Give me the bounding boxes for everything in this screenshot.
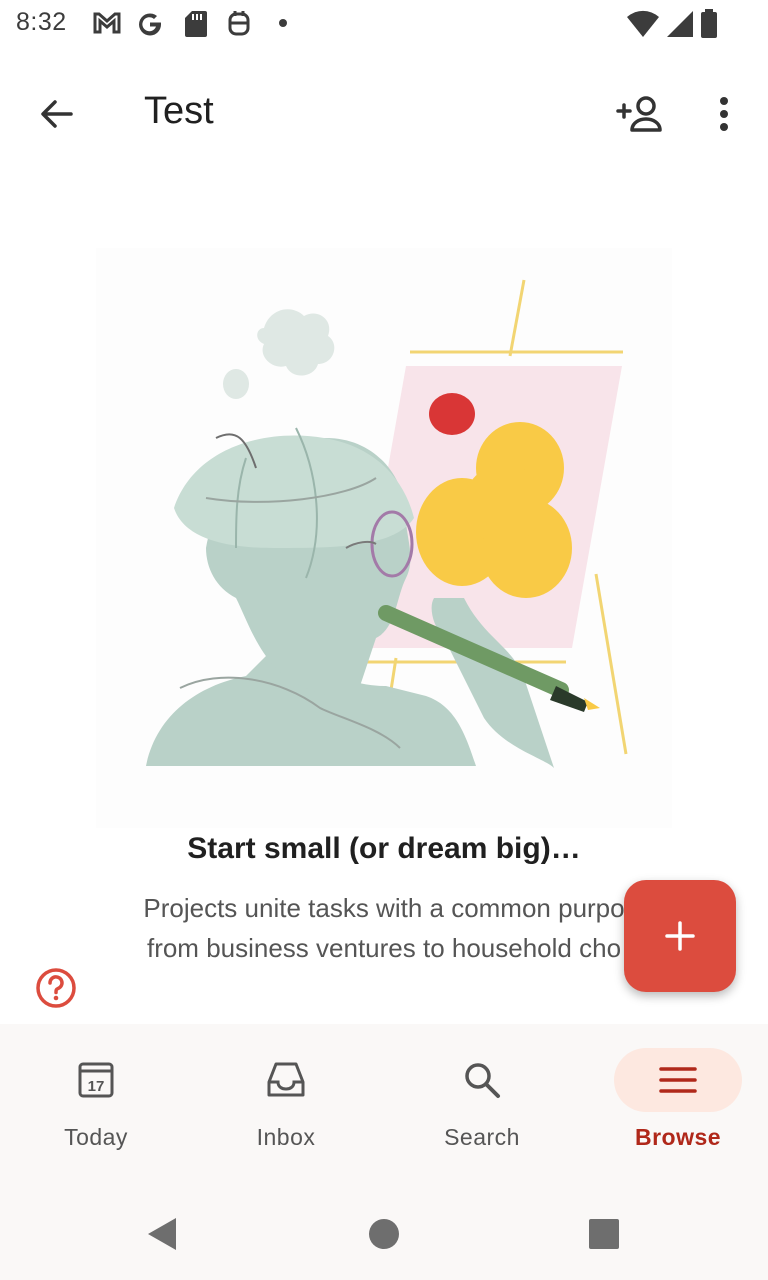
nav-today-pill: 17 xyxy=(32,1048,160,1112)
nav-search-label: Search xyxy=(444,1124,520,1150)
more-vert-icon xyxy=(720,97,728,131)
page-title: Test xyxy=(144,90,214,132)
square-recents-icon xyxy=(589,1219,619,1249)
help-button[interactable] xyxy=(34,966,78,1010)
nav-inbox-pill xyxy=(222,1048,350,1112)
system-back-button[interactable] xyxy=(140,1212,184,1256)
calendar-icon: 17 xyxy=(78,1062,114,1098)
circle-home-icon xyxy=(369,1219,399,1249)
app-bar: Test xyxy=(0,60,768,168)
status-bar: 8:32 xyxy=(0,0,768,50)
nav-today-label: Today xyxy=(64,1124,128,1150)
search-icon xyxy=(465,1063,500,1098)
triangle-back-icon xyxy=(148,1218,176,1250)
nav-search-pill xyxy=(418,1048,546,1112)
back-button[interactable] xyxy=(24,90,88,138)
gmail-icon xyxy=(93,12,121,34)
battery-icon xyxy=(701,9,717,38)
empty-state-heading: Start small (or dream big)… xyxy=(187,832,581,865)
add-task-fab[interactable] xyxy=(624,880,736,992)
google-icon xyxy=(139,13,162,36)
back-arrow-icon xyxy=(41,100,73,128)
sd-card-icon xyxy=(185,11,207,37)
assistant-icon xyxy=(228,11,250,36)
system-navigation-bar xyxy=(0,1184,768,1280)
nav-inbox[interactable]: Inbox xyxy=(190,1048,382,1168)
cell-signal-icon xyxy=(667,11,693,37)
plus-icon xyxy=(665,921,695,951)
more-options-button[interactable] xyxy=(702,88,746,140)
inbox-icon xyxy=(267,1062,305,1097)
menu-icon xyxy=(659,1067,697,1093)
painter-illustration xyxy=(146,279,628,768)
nav-browse[interactable]: Browse xyxy=(582,1048,768,1168)
empty-state-illustration xyxy=(96,248,672,828)
calendar-day: 17 xyxy=(88,1078,105,1095)
share-project-button[interactable] xyxy=(610,88,670,140)
bottom-navigation: 17 Today Inbox Search Browse xyxy=(0,1024,768,1184)
nav-inbox-label: Inbox xyxy=(256,1124,316,1150)
system-recents-button[interactable] xyxy=(582,1212,626,1256)
status-time: 8:32 xyxy=(16,8,67,36)
help-icon xyxy=(36,968,76,1008)
nav-search[interactable]: Search xyxy=(386,1048,578,1168)
nav-browse-label: Browse xyxy=(634,1124,722,1150)
system-home-button[interactable] xyxy=(362,1212,406,1256)
nav-today[interactable]: 17 Today xyxy=(0,1048,192,1168)
dot-icon xyxy=(279,19,287,27)
nav-browse-pill xyxy=(614,1048,742,1112)
add-person-icon xyxy=(616,96,662,132)
wifi-icon xyxy=(627,10,659,37)
